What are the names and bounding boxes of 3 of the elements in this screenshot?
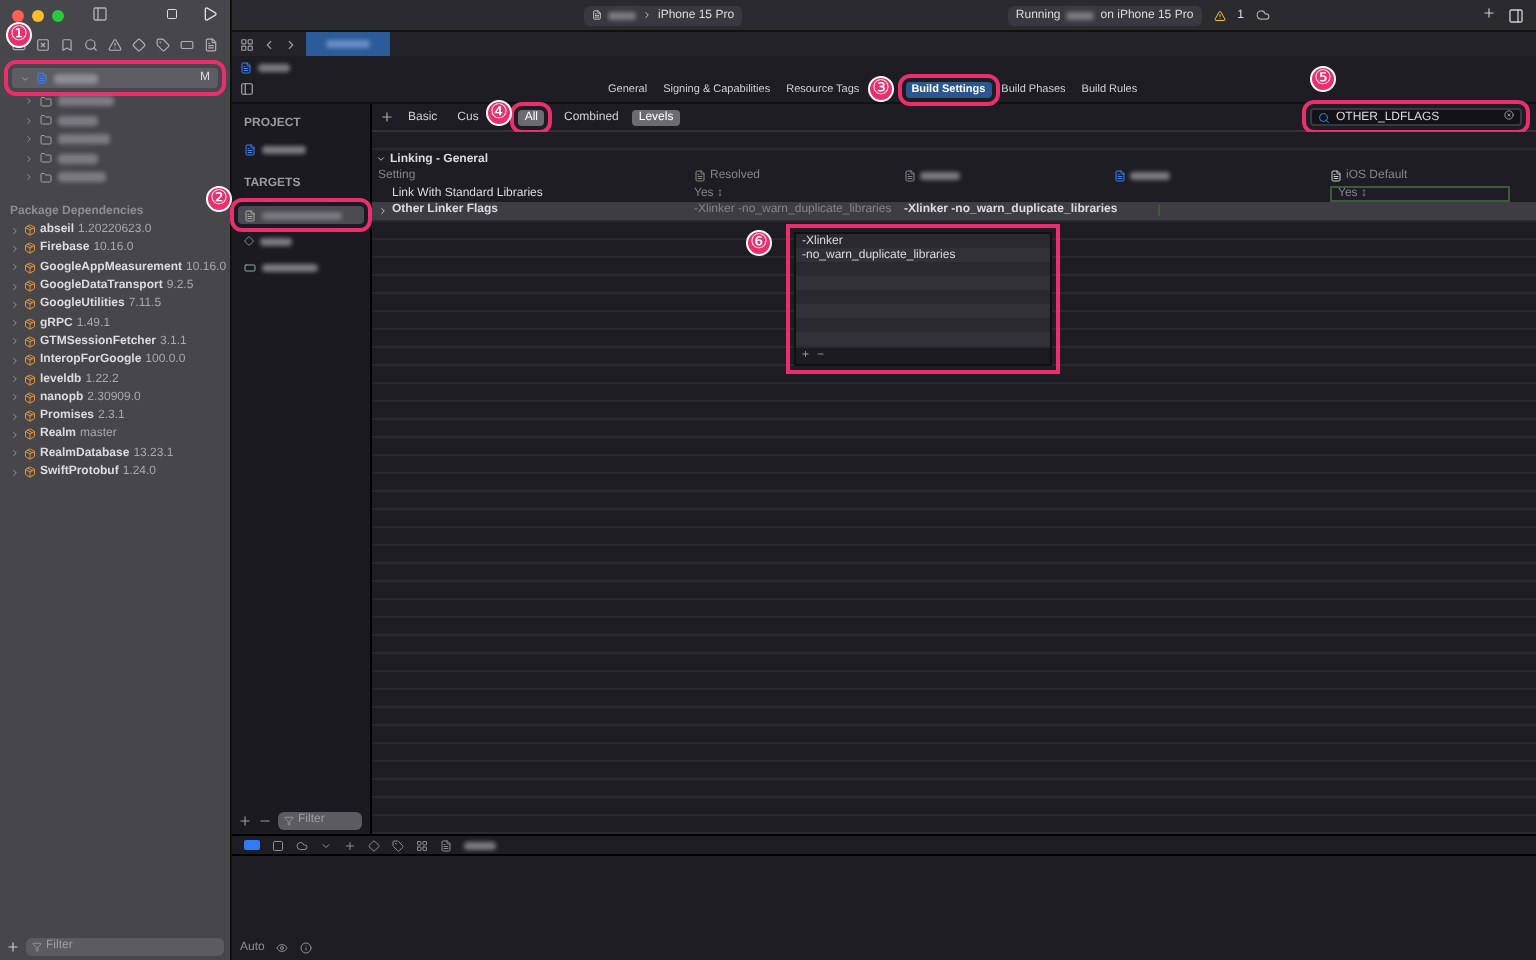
callout-number: ④ — [486, 100, 512, 126]
callout-number: ⑤ — [1310, 66, 1336, 92]
callout-number: ③ — [868, 76, 894, 102]
